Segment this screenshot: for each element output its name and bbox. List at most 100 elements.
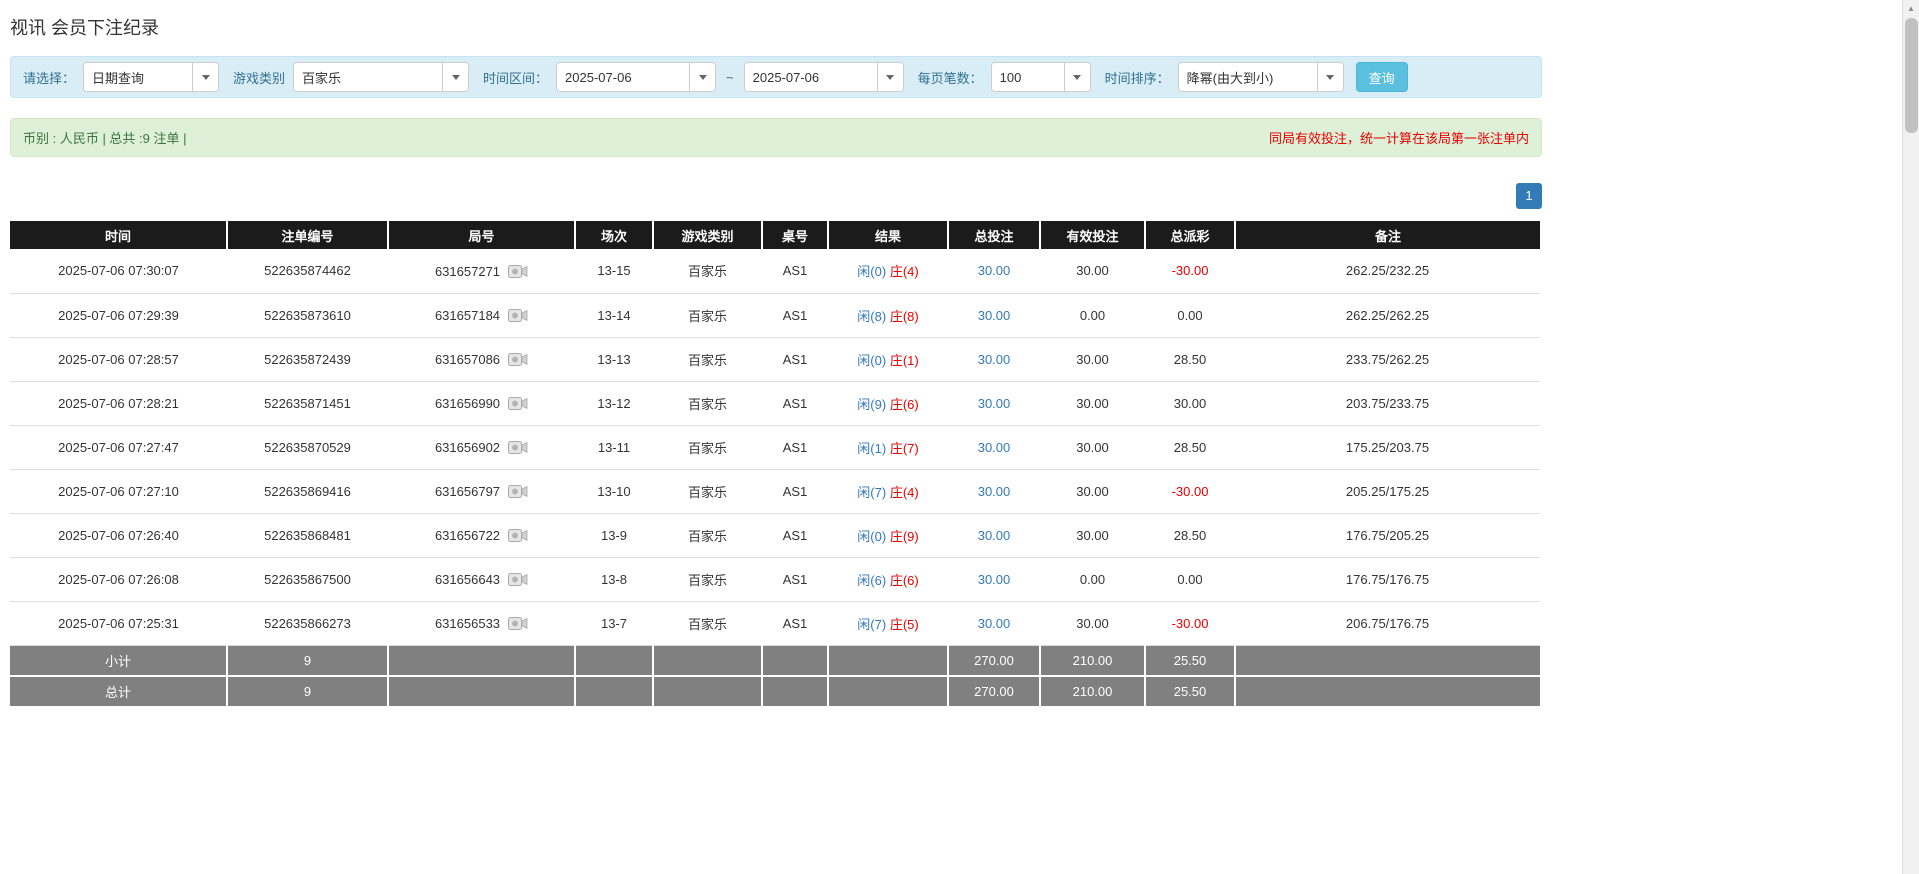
cell-payout: 28.50	[1145, 337, 1235, 381]
table-row: 2025-07-06 07:25:31522635866273631656533…	[10, 601, 1540, 645]
round-video-icon[interactable]	[508, 352, 528, 367]
total-bet-link[interactable]: 30.00	[978, 484, 1011, 499]
sort-order-label: 时间排序：	[1105, 68, 1170, 87]
cell-valid-bet: 30.00	[1040, 425, 1145, 469]
filter-bar: 请选择： 游戏类别 时间区间： ~ 每页笔数： 时间排序：	[10, 56, 1542, 98]
total-bet-link[interactable]: 30.00	[978, 616, 1011, 631]
page-size-caret[interactable]	[1064, 63, 1090, 91]
cell-session: 13-14	[575, 293, 653, 337]
cell-table-no: AS1	[762, 293, 828, 337]
date-from-picker[interactable]	[556, 62, 716, 92]
select-mode-value[interactable]	[84, 63, 192, 91]
total-bet-link[interactable]: 30.00	[978, 308, 1011, 323]
cell-total-bet: 30.00	[948, 601, 1040, 645]
content-area: 视讯 会员下注纪录 请选择： 游戏类别 时间区间： ~ 每页笔数： 时间排序：	[10, 0, 1542, 708]
page-size-label: 每页笔数：	[918, 68, 983, 87]
header-bet-id: 注单编号	[227, 221, 388, 249]
cell-game-type: 百家乐	[653, 293, 762, 337]
subtotal-count: 9	[227, 645, 388, 676]
header-time: 时间	[10, 221, 227, 249]
header-game-type: 游戏类别	[653, 221, 762, 249]
subtotal-valid-bet: 210.00	[1040, 645, 1145, 676]
round-video-icon[interactable]	[508, 264, 528, 279]
cell-empty	[828, 645, 948, 676]
table-row: 2025-07-06 07:26:40522635868481631656722…	[10, 513, 1540, 557]
total-bet-link[interactable]: 30.00	[978, 440, 1011, 455]
cell-total-bet: 30.00	[948, 249, 1040, 293]
cell-valid-bet: 0.00	[1040, 557, 1145, 601]
sort-order-value[interactable]	[1179, 63, 1317, 91]
cell-empty	[653, 645, 762, 676]
cell-table-no: AS1	[762, 513, 828, 557]
cell-empty	[575, 676, 653, 707]
table-row: 2025-07-06 07:28:57522635872439631657086…	[10, 337, 1540, 381]
cell-round-id: 631657086	[388, 337, 575, 381]
result-player: 闲(6)	[857, 573, 886, 588]
cell-valid-bet: 30.00	[1040, 249, 1145, 293]
subtotal-total-bet: 270.00	[948, 645, 1040, 676]
cell-payout: -30.00	[1145, 469, 1235, 513]
page-size-value[interactable]	[992, 63, 1064, 91]
round-video-icon[interactable]	[508, 396, 528, 411]
scroll-up-arrow[interactable]: ▲	[1903, 0, 1919, 17]
chevron-down-icon	[452, 75, 460, 80]
cell-session: 13-15	[575, 249, 653, 293]
game-type-dropdown[interactable]	[293, 62, 469, 92]
cell-valid-bet: 30.00	[1040, 337, 1145, 381]
subtotal-label: 小计	[10, 645, 227, 676]
sort-order-caret[interactable]	[1317, 63, 1343, 91]
result-banker: 庄(6)	[890, 573, 919, 588]
page-size-dropdown[interactable]	[991, 62, 1091, 92]
game-type-value[interactable]	[294, 63, 442, 91]
cell-game-type: 百家乐	[653, 337, 762, 381]
scrollbar[interactable]: ▲	[1902, 0, 1919, 874]
page-button-1[interactable]: 1	[1516, 183, 1542, 209]
round-video-icon[interactable]	[508, 616, 528, 631]
chevron-down-icon	[699, 75, 707, 80]
round-video-icon[interactable]	[508, 440, 528, 455]
date-to-picker[interactable]	[744, 62, 904, 92]
total-bet-link[interactable]: 30.00	[978, 263, 1011, 278]
cell-game-type: 百家乐	[653, 469, 762, 513]
cell-table-no: AS1	[762, 601, 828, 645]
total-bet-link[interactable]: 30.00	[978, 396, 1011, 411]
pagination: 1	[10, 183, 1542, 209]
cell-remark: 176.75/176.75	[1235, 557, 1540, 601]
round-video-icon[interactable]	[508, 308, 528, 323]
result-player: 闲(0)	[857, 264, 886, 279]
cell-table-no: AS1	[762, 249, 828, 293]
round-video-icon[interactable]	[508, 572, 528, 587]
total-bet-link[interactable]: 30.00	[978, 572, 1011, 587]
table-row: 2025-07-06 07:28:21522635871451631656990…	[10, 381, 1540, 425]
date-to-caret[interactable]	[877, 63, 903, 91]
round-video-icon[interactable]	[508, 484, 528, 499]
total-payout: 25.50	[1145, 676, 1235, 707]
result-player: 闲(8)	[857, 309, 886, 324]
total-bet-link[interactable]: 30.00	[978, 352, 1011, 367]
game-type-caret[interactable]	[442, 63, 468, 91]
date-from-caret[interactable]	[689, 63, 715, 91]
header-session: 场次	[575, 221, 653, 249]
select-mode-dropdown[interactable]	[83, 62, 219, 92]
select-mode-caret[interactable]	[192, 63, 218, 91]
cell-result: 闲(7) 庄(5)	[828, 601, 948, 645]
bet-records-table: 时间 注单编号 局号 场次 游戏类别 桌号 结果 总投注 有效投注 总派彩 备注…	[10, 221, 1540, 708]
total-count: 9	[227, 676, 388, 707]
sort-order-dropdown[interactable]	[1178, 62, 1344, 92]
date-from-value[interactable]	[557, 63, 689, 91]
cell-empty	[762, 645, 828, 676]
cell-valid-bet: 0.00	[1040, 293, 1145, 337]
cell-result: 闲(7) 庄(4)	[828, 469, 948, 513]
result-banker: 庄(9)	[890, 529, 919, 544]
cell-round-id: 631656990	[388, 381, 575, 425]
total-bet-link[interactable]: 30.00	[978, 528, 1011, 543]
date-to-value[interactable]	[745, 63, 877, 91]
subtotal-payout: 25.50	[1145, 645, 1235, 676]
result-player: 闲(7)	[857, 617, 886, 632]
cell-remark: 205.25/175.25	[1235, 469, 1540, 513]
result-player: 闲(1)	[857, 441, 886, 456]
scrollbar-thumb[interactable]	[1905, 18, 1918, 133]
search-button[interactable]: 查询	[1356, 62, 1408, 92]
round-video-icon[interactable]	[508, 528, 528, 543]
cell-table-no: AS1	[762, 557, 828, 601]
